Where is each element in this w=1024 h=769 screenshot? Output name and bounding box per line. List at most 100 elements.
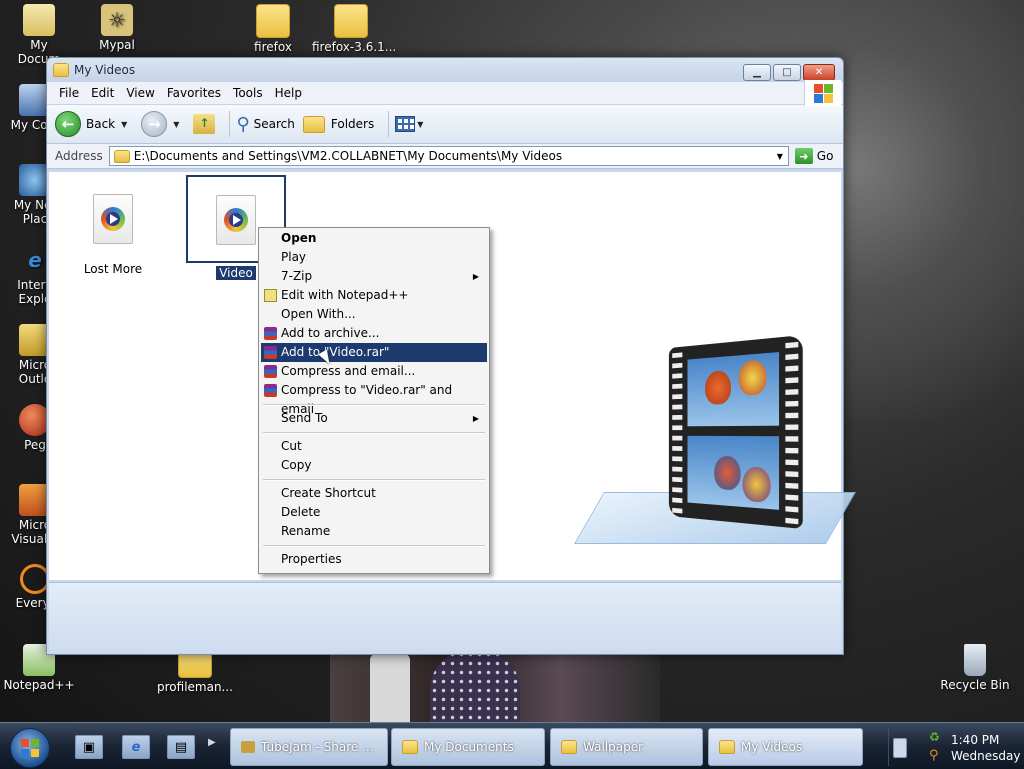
close-button[interactable]: ✕ bbox=[803, 64, 835, 81]
menu-item-delete[interactable]: Delete bbox=[261, 503, 487, 522]
show-hidden-icons-button[interactable] bbox=[893, 738, 907, 758]
quicklaunch-desktop-icon[interactable]: ▣ bbox=[75, 735, 103, 759]
search-icon: ⚲ bbox=[236, 113, 250, 135]
menu-item-add-to-archive[interactable]: Add to archive... bbox=[261, 324, 487, 343]
chevron-down-icon[interactable]: ▼ bbox=[173, 120, 179, 129]
taskbar: ▣ e ▤ ▶ TubeJam - Share ... My Documents… bbox=[0, 722, 1024, 769]
back-arrow-icon: ← bbox=[55, 111, 81, 137]
menu-help[interactable]: Help bbox=[269, 86, 308, 100]
menu-item-send-to[interactable]: Send To ▶ bbox=[261, 409, 487, 428]
up-folder-button[interactable]: ↑ bbox=[193, 114, 216, 134]
address-input[interactable]: E:\Documents and Settings\VM2.COLLABNET\… bbox=[108, 146, 789, 166]
system-tray: ♻ ⚲ 1:40 PM Wednesday bbox=[888, 728, 1024, 766]
menu-item-properties[interactable]: Properties bbox=[261, 550, 487, 569]
maximize-button[interactable]: □ bbox=[773, 64, 801, 81]
search-button[interactable]: ⚲ Search bbox=[236, 114, 294, 135]
window-titlebar[interactable]: My Videos ▁ □ ✕ bbox=[47, 58, 843, 82]
taskbar-button-my-documents[interactable]: My Documents bbox=[391, 728, 545, 766]
documents-icon bbox=[23, 4, 55, 36]
views-button[interactable]: ▼ bbox=[395, 116, 429, 132]
menu-item-rename[interactable]: Rename bbox=[261, 522, 487, 541]
windows-logo-icon bbox=[804, 80, 841, 106]
taskbar-button-tubejam[interactable]: TubeJam - Share ... bbox=[230, 728, 388, 766]
media-file-icon bbox=[216, 195, 256, 245]
submenu-arrow-icon: ▶ bbox=[472, 272, 479, 281]
menu-separator bbox=[263, 479, 485, 481]
folders-label: Folders bbox=[330, 117, 375, 131]
folders-button[interactable]: Folders bbox=[302, 115, 375, 133]
desktop-icon-label: firefox bbox=[254, 40, 292, 54]
address-bar: Address E:\Documents and Settings\VM2.CO… bbox=[47, 144, 843, 169]
desktop-icon-label: Recycle Bin bbox=[940, 678, 1010, 692]
desktop-icon-firefox-3-6-1[interactable]: firefox-3.6.1... bbox=[312, 4, 397, 54]
network-tray-icon[interactable]: ♻ bbox=[929, 730, 940, 744]
menu-item-copy[interactable]: Copy bbox=[261, 456, 487, 475]
winrar-icon bbox=[264, 327, 277, 340]
chevron-down-icon[interactable]: ▼ bbox=[417, 120, 423, 129]
status-area bbox=[49, 582, 841, 653]
folder-icon bbox=[256, 4, 290, 38]
menu-item-play[interactable]: Play bbox=[261, 248, 487, 267]
toolbar: ← Back ▼ → ▼ ↑ ⚲ Search Folders ▼ bbox=[47, 105, 843, 144]
folder-icon bbox=[719, 740, 735, 754]
clock-time: 1:40 PM bbox=[951, 733, 1000, 747]
menu-separator bbox=[263, 432, 485, 434]
folder-icon bbox=[402, 740, 418, 754]
folder-icon bbox=[53, 63, 69, 77]
menu-file[interactable]: File bbox=[53, 86, 85, 100]
menu-item-open[interactable]: Open bbox=[261, 229, 487, 248]
search-tray-icon[interactable]: ⚲ bbox=[929, 748, 939, 763]
views-icon bbox=[395, 116, 416, 132]
desktop-icon-mypal[interactable]: ☼ Mypal bbox=[78, 4, 156, 52]
menu-item-edit-with-notepad[interactable]: Edit with Notepad++ bbox=[261, 286, 487, 305]
quicklaunch-printer-icon[interactable]: ▤ bbox=[167, 735, 195, 759]
menu-view[interactable]: View bbox=[120, 86, 160, 100]
taskbar-button-wallpaper[interactable]: Wallpaper bbox=[550, 728, 703, 766]
taskbar-button-my-videos[interactable]: My Videos bbox=[708, 728, 863, 766]
winrar-icon bbox=[264, 346, 277, 359]
chevron-down-icon[interactable]: ▼ bbox=[772, 147, 788, 165]
file-thumbnail bbox=[63, 176, 163, 260]
window-title: My Videos bbox=[74, 63, 136, 77]
menu-item-add-to-video-rar[interactable]: Add to "Video.rar" bbox=[261, 343, 487, 362]
toolbar-separator bbox=[229, 111, 231, 137]
file-name: Video bbox=[216, 266, 256, 280]
menu-bar: File Edit View Favorites Tools Help bbox=[47, 80, 843, 106]
mypal-icon: ☼ bbox=[101, 4, 133, 36]
media-file-icon bbox=[93, 194, 133, 244]
quicklaunch-expand-icon[interactable]: ▶ bbox=[208, 737, 216, 748]
menu-edit[interactable]: Edit bbox=[85, 86, 120, 100]
quicklaunch-ie-icon[interactable]: e bbox=[122, 735, 150, 759]
forward-button[interactable]: → ▼ bbox=[141, 111, 185, 137]
menu-item-compress-and-email[interactable]: Compress and email... bbox=[261, 362, 487, 381]
submenu-arrow-icon: ▶ bbox=[472, 414, 479, 423]
menu-item-open-with[interactable]: Open With... bbox=[261, 305, 487, 324]
go-button[interactable]: ➜ Go bbox=[794, 148, 833, 164]
menu-item-7zip[interactable]: 7-Zip ▶ bbox=[261, 267, 487, 286]
minimize-button[interactable]: ▁ bbox=[743, 64, 771, 81]
winrar-icon bbox=[264, 384, 277, 397]
address-label: Address bbox=[55, 149, 103, 163]
winrar-icon bbox=[264, 365, 277, 378]
toolbar-separator bbox=[388, 111, 390, 137]
back-button[interactable]: ← Back ▼ bbox=[55, 111, 133, 137]
file-name: Lost More bbox=[83, 262, 143, 276]
menu-tools[interactable]: Tools bbox=[227, 86, 269, 100]
menu-item-compress-to-video-rar-and-email[interactable]: Compress to "Video.rar" and email bbox=[261, 381, 487, 416]
desktop-icon-firefox-folder[interactable]: firefox bbox=[234, 4, 312, 54]
menu-item-cut[interactable]: Cut bbox=[261, 437, 487, 456]
clock[interactable]: 1:40 PM Wednesday bbox=[951, 732, 1020, 764]
file-item-lost-more[interactable]: Lost More bbox=[63, 176, 163, 276]
menu-item-create-shortcut[interactable]: Create Shortcut bbox=[261, 484, 487, 503]
menu-separator bbox=[263, 545, 485, 547]
clock-day: Wednesday bbox=[951, 749, 1021, 763]
desktop-icon-recycle-bin[interactable]: Recycle Bin bbox=[936, 644, 1014, 692]
menu-separator bbox=[263, 404, 485, 406]
chevron-down-icon[interactable]: ▼ bbox=[121, 120, 127, 129]
menu-favorites[interactable]: Favorites bbox=[161, 86, 227, 100]
desktop-icon-label: Mypal bbox=[99, 38, 135, 52]
desktop-icon-label: firefox-3.6.1... bbox=[312, 40, 397, 54]
search-label: Search bbox=[253, 117, 295, 131]
start-button[interactable] bbox=[10, 728, 50, 768]
desktop-icon-label: profileman... bbox=[157, 680, 233, 694]
